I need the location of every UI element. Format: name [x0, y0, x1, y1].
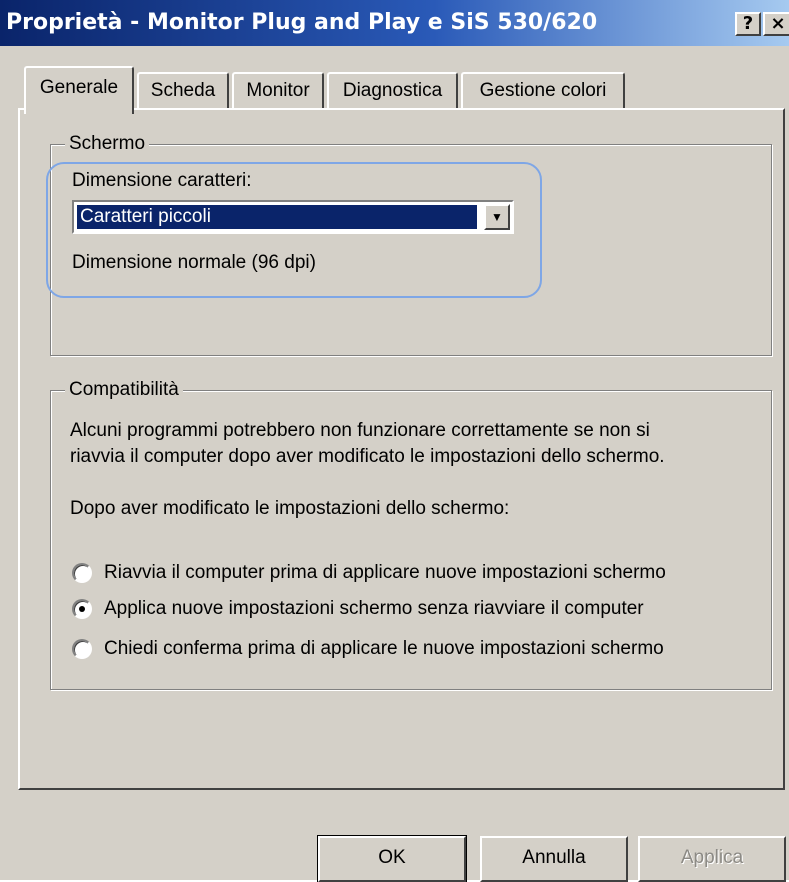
- radio-label: Chiedi conferma prima di applicare le nu…: [104, 638, 664, 659]
- tab-label: Diagnostica: [342, 80, 443, 101]
- tab-scheda[interactable]: Scheda: [137, 72, 229, 110]
- apply-button[interactable]: Applica: [638, 836, 786, 882]
- tab-label: Scheda: [150, 80, 216, 101]
- radio-button[interactable]: [72, 639, 92, 659]
- close-icon: ×: [770, 13, 786, 34]
- radio-label: Applica nuove impostazioni schermo senza…: [104, 598, 644, 619]
- font-size-selected-value: Caratteri piccoli: [77, 205, 477, 229]
- font-size-label: Dimensione caratteri:: [72, 170, 252, 191]
- properties-dialog: Generale Scheda Monitor Diagnostica Gest…: [0, 46, 789, 882]
- tab-generale[interactable]: Generale: [24, 66, 134, 114]
- font-size-description: Dimensione normale (96 dpi): [72, 252, 316, 273]
- tab-diagnostica[interactable]: Diagnostica: [327, 72, 458, 110]
- radio-label: Riavvia il computer prima di applicare n…: [104, 562, 666, 583]
- dropdown-arrow-button[interactable]: ▼: [484, 204, 510, 230]
- window-title: Proprietà - Monitor Plug and Play e SiS …: [6, 10, 598, 35]
- radio-button[interactable]: [72, 599, 92, 619]
- tab-label: Gestione colori: [479, 80, 607, 101]
- schermo-group-label: Schermo: [65, 133, 150, 155]
- tab-monitor[interactable]: Monitor: [232, 72, 324, 110]
- font-size-select[interactable]: Caratteri piccoli ▼: [72, 200, 514, 234]
- help-button[interactable]: ?: [735, 12, 761, 36]
- tab-gestione-colori[interactable]: Gestione colori: [461, 72, 625, 110]
- ok-button[interactable]: OK: [317, 835, 467, 882]
- compatibilita-group-label: Compatibilità: [65, 379, 183, 401]
- radio-button[interactable]: [72, 563, 92, 583]
- tab-label: Monitor: [246, 80, 310, 101]
- compatibility-prompt: Dopo aver modificato le impostazioni del…: [70, 498, 510, 519]
- tab-label: Generale: [39, 77, 119, 98]
- cancel-button[interactable]: Annulla: [480, 836, 628, 882]
- compatibility-description-line1: Alcuni programmi potrebbero non funziona…: [70, 420, 650, 441]
- compatibility-description-line2: riavvia il computer dopo aver modificato…: [70, 446, 665, 467]
- close-button[interactable]: ×: [763, 12, 789, 36]
- radio-selected-dot: [79, 606, 85, 612]
- chevron-down-icon: ▼: [491, 210, 503, 224]
- help-icon: ?: [742, 13, 754, 34]
- title-bar: Proprietà - Monitor Plug and Play e SiS …: [0, 0, 789, 46]
